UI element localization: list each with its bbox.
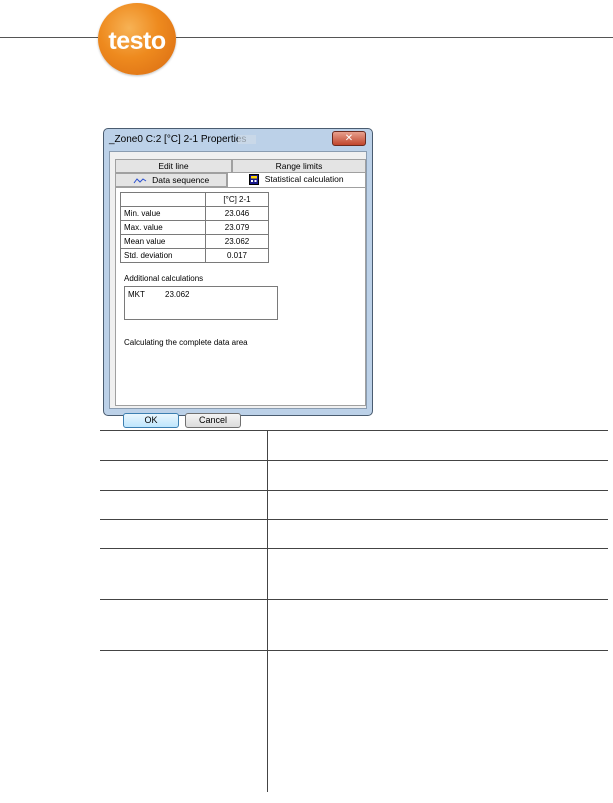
additional-calculations-label: Additional calculations (124, 274, 204, 283)
mkt-name: MKT (128, 290, 145, 299)
tab-statistical-calculation-label: Statistical calculation (264, 174, 344, 184)
tab-range-limits-label: Range limits (275, 161, 323, 171)
mkt-value: 23.062 (165, 290, 190, 299)
tab-data-sequence[interactable]: Data sequence (115, 173, 227, 187)
table-row: Mean value 23.062 (120, 234, 269, 249)
dialog-titlebar[interactable]: _Zone0 C:2 [°C] 2-1 Properties ✕ (104, 129, 372, 151)
table-rule (100, 599, 608, 600)
tab-edit-line-label: Edit line (158, 161, 189, 171)
tab-statistical-calculation[interactable]: Statistical calculation (227, 172, 366, 187)
row-value: 23.079 (205, 220, 269, 235)
cancel-button-label: Cancel (198, 415, 227, 425)
table-rule (100, 650, 608, 651)
table-rule (100, 430, 608, 431)
ok-button[interactable]: OK (123, 413, 179, 428)
statistics-table: [°C] 2-1 Min. value 23.046 Max. value 23… (120, 192, 269, 263)
tab-range-limits[interactable]: Range limits (232, 159, 366, 173)
title-ghost-icon (238, 135, 256, 144)
statistics-panel: [°C] 2-1 Min. value 23.046 Max. value 23… (115, 187, 366, 406)
close-button[interactable]: ✕ (332, 131, 366, 146)
header-rule-left (0, 37, 98, 38)
table-column-divider (267, 430, 268, 792)
ok-button-label: OK (144, 415, 158, 425)
table-corner-cell (120, 192, 206, 207)
header-rule-right (176, 37, 613, 38)
row-label: Mean value (120, 234, 206, 249)
table-header-row: [°C] 2-1 (120, 192, 269, 207)
table-rule (100, 460, 608, 461)
additional-calculations-box[interactable]: MKT 23.062 (124, 286, 278, 320)
table-rule (100, 519, 608, 520)
testo-logo: testo (98, 3, 176, 75)
row-value: 23.046 (205, 206, 269, 221)
cancel-button[interactable]: Cancel (185, 413, 241, 428)
column-header: [°C] 2-1 (205, 192, 269, 207)
calculation-note: Calculating the complete data area (124, 338, 248, 347)
calculator-icon (249, 174, 260, 186)
table-row: Std. deviation 0.017 (120, 248, 269, 263)
row-value: 23.062 (205, 234, 269, 249)
properties-dialog: _Zone0 C:2 [°C] 2-1 Properties ✕ Edit li… (103, 128, 373, 428)
dialog-title: _Zone0 C:2 [°C] 2-1 Properties (109, 134, 247, 145)
logo-text: testo (108, 27, 166, 55)
table-rule (100, 490, 608, 491)
row-label: Std. deviation (120, 248, 206, 263)
tab-edit-line[interactable]: Edit line (115, 159, 232, 173)
tab-data-sequence-label: Data sequence (152, 175, 210, 185)
row-value: 0.017 (205, 248, 269, 263)
table-row: Max. value 23.079 (120, 220, 269, 235)
line-chart-icon (133, 177, 146, 184)
dialog-client: Edit line Range limits Data sequence Sta… (109, 151, 367, 428)
table-rule (100, 548, 608, 549)
row-label: Max. value (120, 220, 206, 235)
row-label: Min. value (120, 206, 206, 221)
table-row: Min. value 23.046 (120, 206, 269, 221)
